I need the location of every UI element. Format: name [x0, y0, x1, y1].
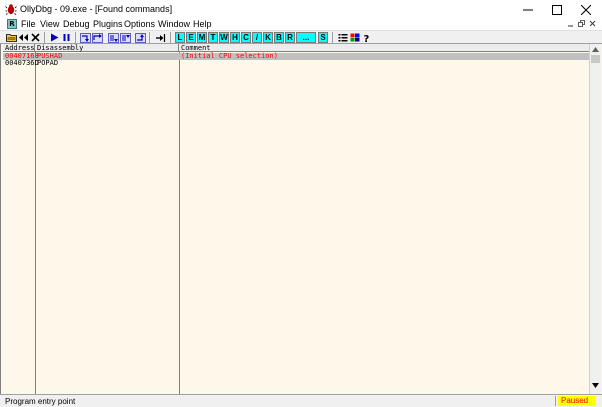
mdi-window-icon[interactable]: R — [7, 19, 17, 29]
table-row[interactable]: 0040736D POPAD — [3, 60, 589, 67]
ollydbg-bug-icon — [5, 4, 17, 15]
patches-window-button[interactable]: / — [252, 32, 262, 43]
breakpoints-window-button[interactable]: B — [274, 32, 284, 43]
threads-window-button[interactable]: T — [208, 32, 218, 43]
appearance-button[interactable] — [349, 32, 360, 43]
open-icon — [6, 34, 17, 42]
handles-window-button[interactable]: H — [230, 32, 240, 43]
trace-into-icon — [108, 32, 119, 43]
menu-plugins[interactable]: Plugins — [93, 19, 123, 29]
menu-options[interactable]: Options — [124, 19, 155, 29]
list-button[interactable] — [337, 32, 348, 43]
row-address: 0040736D — [5, 59, 39, 67]
restart-button[interactable] — [18, 32, 29, 43]
trace-into-button[interactable] — [108, 32, 119, 43]
minimize-icon — [568, 25, 573, 27]
scroll-thumb[interactable] — [591, 55, 600, 63]
toolbar-separator — [332, 32, 333, 43]
pause-icon — [63, 34, 70, 41]
toolbar-separator — [44, 32, 45, 43]
minimize-button[interactable] — [514, 0, 542, 19]
menu-bar: R File View Debug Plugins Options Window… — [0, 19, 602, 30]
run-trace-window-button[interactable]: ... — [296, 32, 316, 43]
debugger-state-badge: Paused — [558, 396, 596, 406]
mdi-minimize-button[interactable] — [566, 20, 575, 29]
menu-help[interactable]: Help — [193, 19, 212, 29]
menu-view[interactable]: View — [40, 19, 59, 29]
vertical-scrollbar[interactable] — [589, 44, 601, 394]
close-icon — [581, 4, 591, 15]
log-window-button[interactable]: L — [175, 32, 185, 43]
scroll-down-button[interactable] — [590, 380, 601, 391]
cpu-window-button[interactable]: C — [241, 32, 251, 43]
windows-window-button[interactable]: W — [219, 32, 229, 43]
source-window-button[interactable]: S — [318, 32, 328, 43]
mdi-restore-button[interactable] — [577, 20, 586, 29]
column-divider — [179, 52, 180, 394]
toolbar-separator — [170, 32, 171, 43]
trace-over-icon — [120, 32, 131, 43]
status-bar: Program entry point Paused — [0, 394, 602, 407]
pause-button[interactable] — [61, 32, 72, 43]
restore-icon — [578, 20, 585, 27]
references-window-button[interactable]: R — [285, 32, 295, 43]
list-icon — [338, 34, 347, 42]
row-comment: (Initial CPU selection) — [181, 52, 278, 60]
open-button[interactable] — [6, 32, 17, 43]
close-program-button[interactable] — [30, 32, 41, 43]
step-into-icon — [80, 32, 91, 43]
execute-till-return-button[interactable] — [135, 32, 146, 43]
close-icon — [31, 33, 40, 42]
toolbar: L E M T W H C / K B R ... S ? — [0, 30, 602, 44]
run-icon — [51, 33, 59, 42]
goto-icon — [156, 33, 166, 42]
goto-button[interactable] — [155, 32, 166, 43]
run-button[interactable] — [49, 32, 60, 43]
modules-window-button[interactable]: E — [186, 32, 196, 43]
maximize-icon — [552, 4, 562, 15]
toolbar-separator — [149, 32, 150, 43]
column-header-address[interactable]: Address — [3, 44, 35, 52]
row-disassembly: POPAD — [37, 59, 59, 67]
appearance-icon — [350, 33, 359, 42]
status-message: Program entry point — [5, 397, 76, 406]
column-divider — [35, 52, 36, 394]
trace-over-button[interactable] — [120, 32, 131, 43]
menu-debug[interactable]: Debug — [63, 19, 90, 29]
column-header-comment[interactable]: Comment — [179, 44, 589, 52]
list-header: Address Disassembly Comment — [3, 44, 589, 52]
arrow-down-icon — [592, 383, 599, 388]
maximize-button[interactable] — [543, 0, 571, 19]
table-row[interactable]: 00407168 PUSHAD (Initial CPU selection) — [3, 53, 589, 60]
minimize-icon — [523, 9, 533, 10]
close-icon — [589, 20, 596, 27]
title-bar: OllyDbg - 09.exe - [Found commands] — [0, 0, 602, 19]
step-into-button[interactable] — [80, 32, 91, 43]
svg-text:?: ? — [364, 34, 370, 43]
toolbar-separator — [75, 32, 76, 43]
help-button[interactable]: ? — [361, 32, 372, 43]
column-header-disassembly[interactable]: Disassembly — [35, 44, 179, 52]
window-title: OllyDbg - 09.exe - [Found commands] — [20, 4, 173, 14]
menu-file[interactable]: File — [21, 19, 36, 29]
step-over-icon — [92, 32, 103, 43]
scroll-up-button[interactable] — [590, 44, 601, 55]
found-commands-list: Address Disassembly Comment 00407168 PUS… — [0, 44, 602, 394]
status-divider — [555, 396, 556, 406]
execute-till-return-icon — [135, 32, 146, 43]
call-stack-window-button[interactable]: K — [263, 32, 273, 43]
restart-icon — [19, 34, 28, 41]
help-icon: ? — [364, 34, 370, 43]
close-button[interactable] — [572, 0, 600, 19]
arrow-up-icon — [592, 47, 599, 52]
memory-window-button[interactable]: M — [197, 32, 207, 43]
mdi-close-button[interactable] — [588, 20, 597, 29]
menu-window[interactable]: Window — [158, 19, 190, 29]
step-over-button[interactable] — [92, 32, 103, 43]
